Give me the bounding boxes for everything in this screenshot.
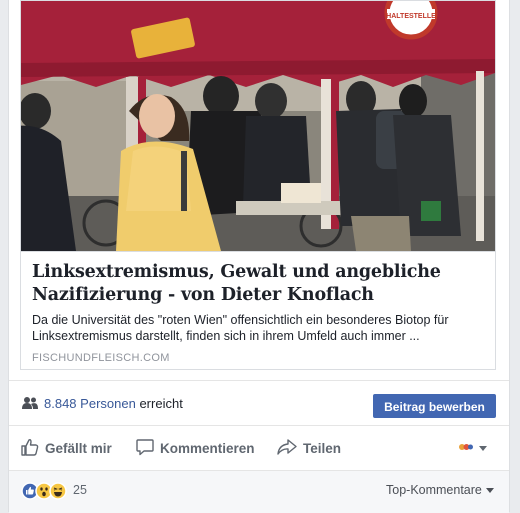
post-card: HALTESTELLE Linksextremismus, Gewalt und… bbox=[8, 0, 510, 513]
reach-count: 8.848 bbox=[44, 396, 77, 411]
chevron-down-icon bbox=[485, 488, 494, 494]
emoji-menu-button[interactable] bbox=[459, 440, 495, 456]
like-label: Gefällt mir bbox=[45, 440, 112, 456]
link-preview-card[interactable]: HALTESTELLE Linksextremismus, Gewalt und… bbox=[20, 0, 496, 370]
people-icon bbox=[22, 396, 38, 415]
reach-bar: 8.848 Personen erreicht Beitrag bewerben bbox=[9, 380, 509, 426]
emoji-menu-icon bbox=[459, 441, 473, 456]
share-label: Teilen bbox=[303, 440, 342, 456]
link-description: Da die Universität des "roten Wien" offe… bbox=[32, 313, 449, 343]
reaction-icons[interactable] bbox=[21, 482, 71, 500]
chevron-down-icon bbox=[479, 445, 487, 451]
reaction-count[interactable]: 25 bbox=[73, 483, 87, 497]
street-photo: HALTESTELLE bbox=[21, 1, 495, 251]
reach-count-link[interactable]: 8.848 Personen bbox=[44, 396, 136, 411]
link-preview-image[interactable]: HALTESTELLE bbox=[21, 1, 495, 251]
comment-button[interactable]: Kommentieren bbox=[136, 432, 255, 464]
thumbs-up-icon bbox=[21, 438, 45, 459]
haha-reaction-icon bbox=[49, 482, 67, 500]
reach-text: 8.848 Personen erreicht bbox=[44, 396, 183, 411]
reactions-bar: 25 Top-Kommentare bbox=[9, 470, 509, 513]
share-button[interactable]: Teilen bbox=[277, 432, 341, 464]
link-preview-body[interactable]: Linksextremismus, Gewalt und angebliche … bbox=[21, 251, 495, 369]
post-actions: Gefällt mir Kommentieren Teilen bbox=[9, 432, 509, 464]
reach-suffix: erreicht bbox=[139, 396, 183, 411]
comment-label: Kommentieren bbox=[160, 440, 255, 456]
boost-post-button[interactable]: Beitrag bewerben bbox=[373, 394, 496, 418]
comment-sort-dropdown[interactable]: Top-Kommentare bbox=[386, 483, 494, 497]
comment-bubble-icon bbox=[136, 438, 160, 459]
link-title[interactable]: Linksextremismus, Gewalt und angebliche … bbox=[32, 261, 487, 307]
stop-sign-text: HALTESTELLE bbox=[386, 13, 436, 20]
link-domain: FISCHUNDFLEISCH.COM bbox=[32, 352, 170, 364]
like-button[interactable]: Gefällt mir bbox=[21, 432, 112, 464]
comment-sort-label: Top-Kommentare bbox=[386, 483, 482, 497]
share-arrow-icon bbox=[277, 438, 303, 459]
reach-people-word: Personen bbox=[80, 396, 136, 411]
